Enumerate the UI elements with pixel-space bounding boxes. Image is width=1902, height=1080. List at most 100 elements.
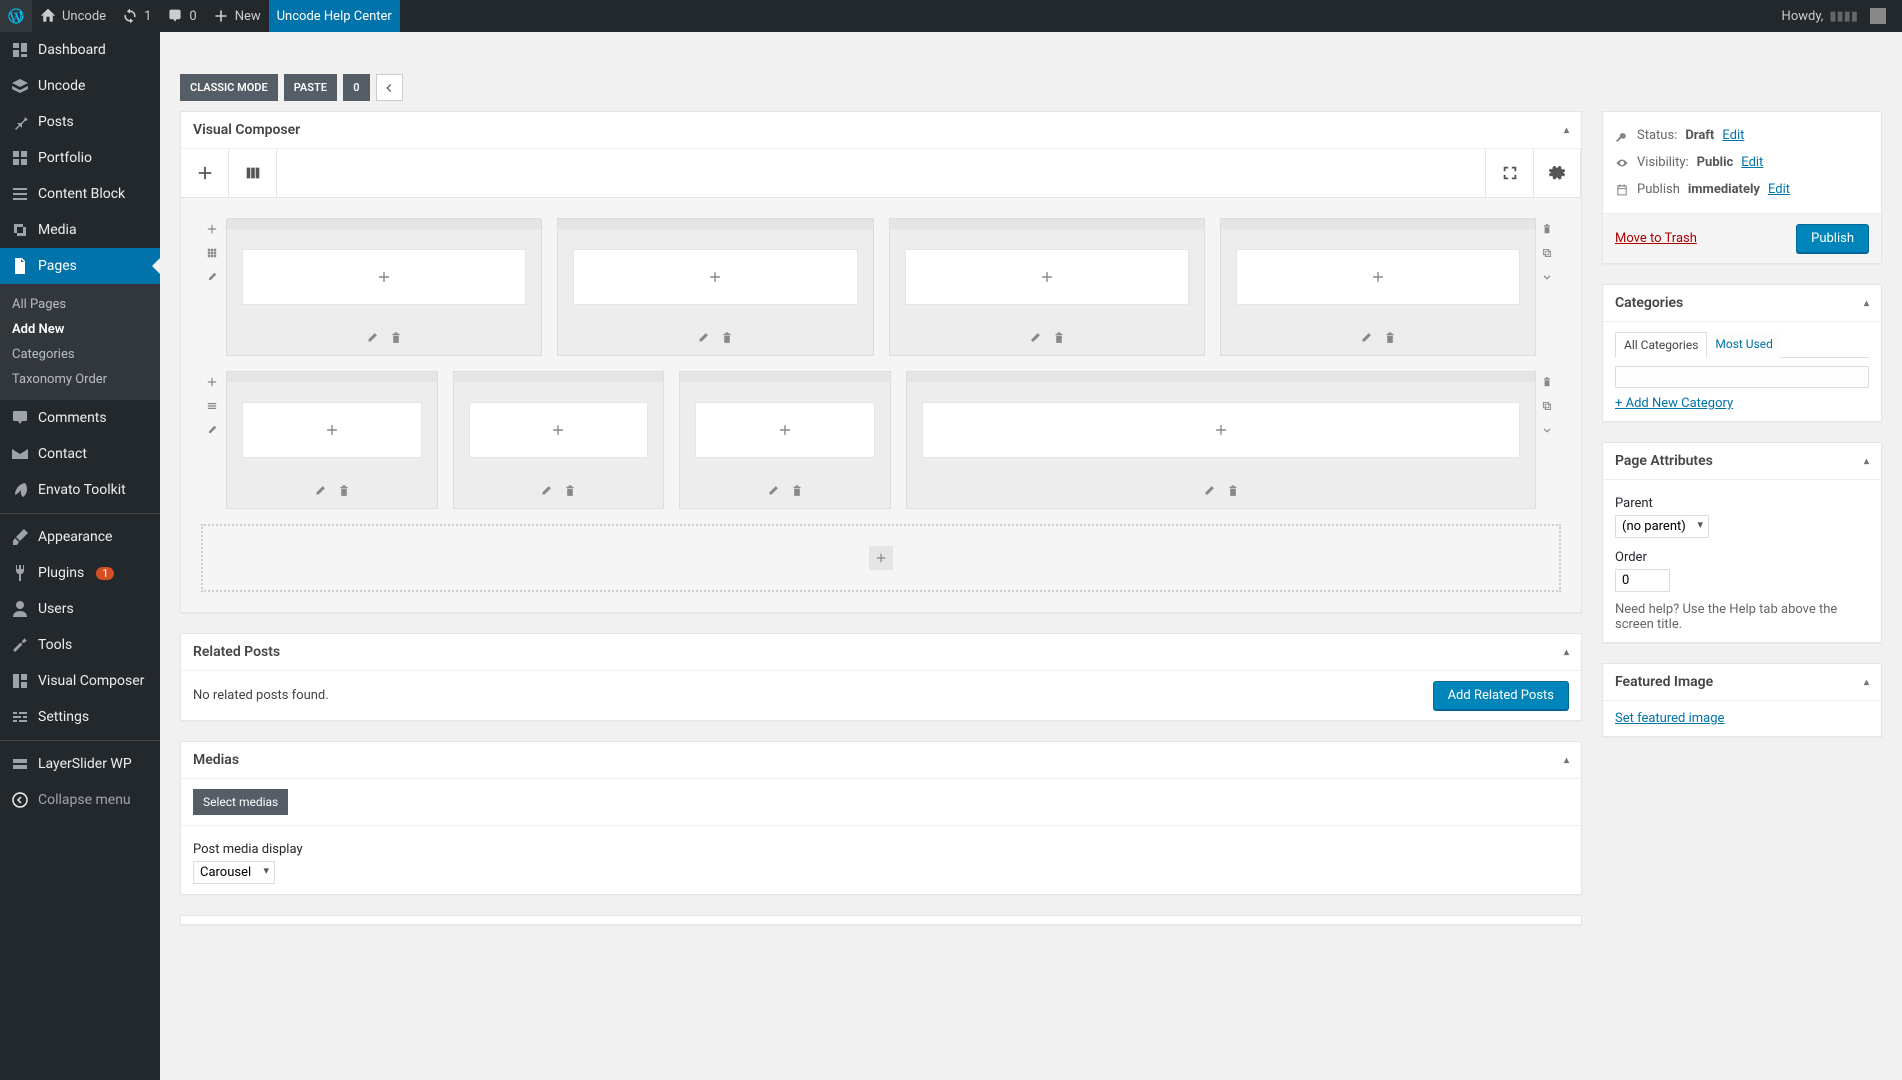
move-to-trash-link[interactable]: Move to Trash xyxy=(1615,231,1697,246)
sidebar-item-layerslider[interactable]: LayerSlider WP xyxy=(0,746,160,782)
wp-logo[interactable] xyxy=(0,0,32,32)
categories-header[interactable]: Categories ▴ xyxy=(1603,285,1881,322)
column-edit-button[interactable] xyxy=(365,331,379,349)
edit-visibility-link[interactable]: Edit xyxy=(1741,155,1763,170)
site-name-link[interactable]: Uncode xyxy=(32,0,114,32)
sidebar-item-content-block[interactable]: Content Block xyxy=(0,176,160,212)
add-related-posts-button[interactable]: Add Related Posts xyxy=(1433,681,1569,710)
sidebar-item-users[interactable]: Users xyxy=(0,591,160,627)
column-edit-button[interactable] xyxy=(1202,484,1216,502)
column-delete-button[interactable] xyxy=(1383,331,1397,349)
column-edit-button[interactable] xyxy=(696,331,710,349)
order-input[interactable] xyxy=(1615,569,1670,592)
categories-list[interactable] xyxy=(1615,366,1869,388)
vc-add-element-slot[interactable] xyxy=(242,249,526,305)
my-account-link[interactable]: Howdy, ▮▮▮▮ xyxy=(1774,0,1894,32)
vc-fullscreen-button[interactable] xyxy=(1485,149,1533,197)
sidebar-sub-categories[interactable]: Categories xyxy=(0,342,160,367)
sidebar-item-posts[interactable]: Posts xyxy=(0,104,160,140)
vc-templates-button[interactable] xyxy=(229,149,277,197)
row-add-button[interactable] xyxy=(201,371,223,393)
vc-add-row-button[interactable] xyxy=(869,546,893,570)
sidebar-item-media[interactable]: Media xyxy=(0,212,160,248)
column-delete-button[interactable] xyxy=(389,331,403,349)
row-edit-button[interactable] xyxy=(201,419,223,441)
column-delete-button[interactable] xyxy=(790,484,804,502)
sidebar-item-contact[interactable]: Contact xyxy=(0,436,160,472)
sidebar-sub-taxonomy-order[interactable]: Taxonomy Order xyxy=(0,367,160,392)
row-layout-button[interactable] xyxy=(201,395,223,417)
vc-add-element-slot[interactable] xyxy=(905,249,1189,305)
vc-add-element-button[interactable] xyxy=(181,149,229,197)
set-featured-image-link[interactable]: Set featured image xyxy=(1615,711,1724,726)
sidebar-item-dashboard[interactable]: Dashboard xyxy=(0,32,160,68)
visual-composer-header[interactable]: Visual Composer ▴ xyxy=(181,112,1581,149)
help-center-link[interactable]: Uncode Help Center xyxy=(269,0,400,32)
row-more-button[interactable] xyxy=(1536,419,1558,441)
column-edit-button[interactable] xyxy=(539,484,553,502)
post-media-display-select[interactable]: Carousel xyxy=(193,861,275,884)
vc-add-element-slot[interactable] xyxy=(242,402,422,458)
comments-link[interactable]: 0 xyxy=(159,0,204,32)
edit-status-link[interactable]: Edit xyxy=(1722,128,1744,143)
sidebar-item-tools[interactable]: Tools xyxy=(0,627,160,663)
row-layout-button[interactable] xyxy=(201,242,223,264)
categories-tab-all[interactable]: All Categories xyxy=(1615,332,1707,358)
key-icon xyxy=(1615,129,1629,143)
updates-link[interactable]: 1 xyxy=(114,0,159,32)
featured-image-header[interactable]: Featured Image ▴ xyxy=(1603,664,1881,701)
sidebar-item-settings[interactable]: Settings xyxy=(0,699,160,735)
sidebar-item-uncode[interactable]: Uncode xyxy=(0,68,160,104)
vc-settings-button[interactable] xyxy=(1533,149,1581,197)
parent-select[interactable]: (no parent) xyxy=(1615,515,1709,538)
publish-button[interactable]: Publish xyxy=(1796,224,1869,253)
related-posts-header[interactable]: Related Posts ▴ xyxy=(181,634,1581,671)
column-delete-button[interactable] xyxy=(1226,484,1240,502)
column-delete-button[interactable] xyxy=(563,484,577,502)
add-new-category-link[interactable]: + Add New Category xyxy=(1615,396,1733,411)
sidebar-item-pages[interactable]: Pages xyxy=(0,248,160,284)
row-edit-button[interactable] xyxy=(201,266,223,288)
vc-add-element-slot[interactable] xyxy=(1236,249,1520,305)
row-clone-button[interactable] xyxy=(1536,242,1558,264)
sidebar-item-visual-composer[interactable]: Visual Composer xyxy=(0,663,160,699)
paste-button[interactable]: PASTE xyxy=(284,74,337,101)
column-edit-button[interactable] xyxy=(766,484,780,502)
vc-add-element-slot[interactable] xyxy=(469,402,649,458)
sidebar-sub-all-pages[interactable]: All Pages xyxy=(0,292,160,317)
medias-header[interactable]: Medias ▴ xyxy=(181,742,1581,779)
column-delete-button[interactable] xyxy=(720,331,734,349)
related-posts-metabox: Related Posts ▴ No related posts found. … xyxy=(180,633,1582,721)
row-delete-button[interactable] xyxy=(1536,371,1558,393)
sidebar-sub-add-new[interactable]: Add New xyxy=(0,317,160,342)
column-edit-button[interactable] xyxy=(313,484,327,502)
sidebar-item-appearance[interactable]: Appearance xyxy=(0,519,160,555)
row-delete-button[interactable] xyxy=(1536,218,1558,240)
undo-button[interactable] xyxy=(376,74,403,101)
page-attributes-header[interactable]: Page Attributes ▴ xyxy=(1603,443,1881,480)
edit-schedule-link[interactable]: Edit xyxy=(1768,182,1790,197)
row-more-button[interactable] xyxy=(1536,266,1558,288)
column-delete-button[interactable] xyxy=(337,484,351,502)
vc-add-element-slot[interactable] xyxy=(573,249,857,305)
new-content-link[interactable]: New xyxy=(205,0,269,32)
vc-add-element-slot[interactable] xyxy=(695,402,875,458)
row-add-button[interactable] xyxy=(201,218,223,240)
column-edit-button[interactable] xyxy=(1359,331,1373,349)
sidebar-item-envato[interactable]: Envato Toolkit xyxy=(0,472,160,508)
column-delete-button[interactable] xyxy=(1052,331,1066,349)
sidebar-item-portfolio[interactable]: Portfolio xyxy=(0,140,160,176)
column-edit-button[interactable] xyxy=(1028,331,1042,349)
sidebar-item-label: Plugins xyxy=(38,565,84,581)
sidebar-item-plugins[interactable]: Plugins 1 xyxy=(0,555,160,591)
vc-add-row-zone[interactable] xyxy=(201,524,1561,592)
vc-add-element-slot[interactable] xyxy=(922,402,1521,458)
sidebar-item-comments[interactable]: Comments xyxy=(0,400,160,436)
sidebar-item-collapse[interactable]: Collapse menu xyxy=(0,782,160,818)
categories-tab-most-used[interactable]: Most Used xyxy=(1707,332,1781,358)
select-medias-button[interactable]: Select medias xyxy=(193,789,288,815)
history-count-button[interactable]: 0 xyxy=(343,74,370,101)
row-clone-button[interactable] xyxy=(1536,395,1558,417)
trash-icon xyxy=(790,484,804,498)
classic-mode-button[interactable]: CLASSIC MODE xyxy=(180,74,278,101)
